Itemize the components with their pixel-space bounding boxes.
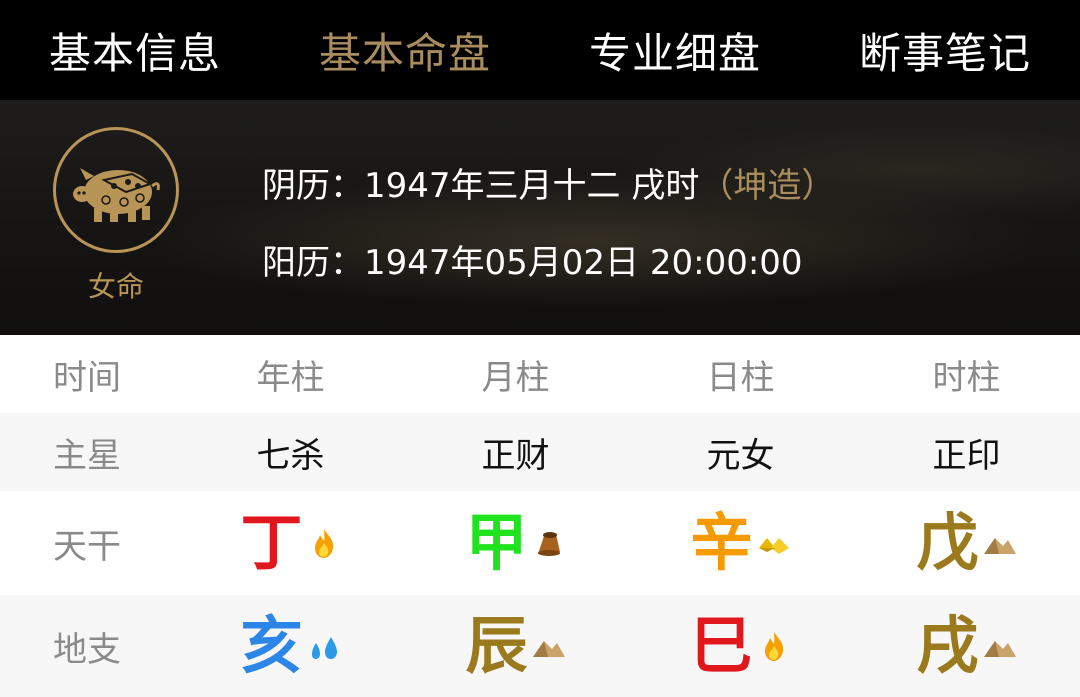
main-star-month: 正财 bbox=[481, 435, 550, 476]
branch-month-char: 辰 bbox=[465, 609, 528, 682]
branch-year-char: 亥 bbox=[240, 609, 303, 682]
solar-date: 1947年05月02日 20:00:00 bbox=[364, 243, 803, 283]
branch-hour[interactable]: 戌 bbox=[853, 615, 1080, 677]
main-star-day: 元女 bbox=[706, 435, 775, 476]
lunar-prefix: 阴历： bbox=[262, 166, 364, 206]
earth-icon bbox=[532, 641, 565, 657]
tab-basic-info[interactable]: 基本信息 bbox=[0, 20, 270, 81]
pillar-header-row: 时间 年柱 月柱 日柱 时柱 bbox=[0, 335, 1080, 413]
earthly-branch-label: 地支 bbox=[53, 629, 121, 670]
header-hour-pillar: 时柱 bbox=[932, 357, 1001, 398]
solar-prefix: 阳历： bbox=[262, 243, 364, 283]
branch-year[interactable]: 亥 bbox=[178, 615, 403, 677]
main-star-row: 主星 七杀 正财 元女 正印 bbox=[0, 413, 1080, 491]
tab-notes[interactable]: 断事笔记 bbox=[810, 20, 1080, 81]
stem-month-char: 甲 bbox=[465, 506, 528, 579]
heavenly-stem-label: 天干 bbox=[53, 526, 121, 567]
earth-icon bbox=[983, 538, 1016, 554]
stem-hour[interactable]: 戊 bbox=[853, 512, 1080, 574]
metal-icon bbox=[758, 538, 789, 554]
gender-label: 女命 bbox=[87, 270, 144, 303]
main-star-hour: 正印 bbox=[932, 435, 1001, 476]
tab-basic-chart[interactable]: 基本命盘 bbox=[270, 20, 540, 81]
lunar-gender-tag: （坤造） bbox=[699, 166, 836, 206]
header-day-pillar: 日柱 bbox=[706, 357, 775, 398]
lunar-date: 1947年三月十二 戌时 bbox=[364, 166, 700, 206]
top-tab-bar: 基本信息 基本命盘 专业细盘 断事笔记 bbox=[0, 0, 1080, 100]
stem-month[interactable]: 甲 bbox=[403, 512, 628, 574]
water-icon bbox=[311, 637, 337, 659]
wood-icon bbox=[537, 532, 560, 556]
header-month-pillar: 月柱 bbox=[481, 357, 550, 398]
branch-hour-char: 戌 bbox=[916, 609, 979, 682]
branch-day-char: 巳 bbox=[690, 609, 753, 682]
stem-day[interactable]: 辛 bbox=[628, 512, 853, 574]
main-star-label: 主星 bbox=[53, 435, 121, 476]
heavenly-stem-row: 天干 丁 甲 辛 戊 bbox=[0, 491, 1080, 595]
lunar-date-line: 阴历：1947年三月十二 戌时（坤造） bbox=[262, 158, 835, 207]
header-time: 时间 bbox=[53, 357, 121, 398]
stem-year[interactable]: 丁 bbox=[178, 512, 403, 574]
stem-day-char: 辛 bbox=[690, 506, 753, 579]
header-year-pillar: 年柱 bbox=[256, 357, 325, 398]
earthly-branch-row: 地支 亥 辰 巳 戌 bbox=[0, 595, 1080, 697]
solar-date-line: 阳历：1947年05月02日 20:00:00 bbox=[262, 235, 803, 284]
fire-icon bbox=[764, 632, 783, 661]
branch-month[interactable]: 辰 bbox=[403, 615, 628, 677]
fire-icon bbox=[314, 529, 333, 558]
pillar-chart: 时间 年柱 月柱 日柱 时柱 主星 七杀 正财 元女 正印 天干 丁 甲 辛 戊… bbox=[0, 335, 1080, 697]
earth-icon bbox=[983, 641, 1016, 657]
branch-day[interactable]: 巳 bbox=[628, 615, 853, 677]
main-star-year: 七杀 bbox=[256, 435, 325, 476]
tab-detailed-chart[interactable]: 专业细盘 bbox=[540, 20, 810, 81]
profile-header: 女命 阴历：1947年三月十二 戌时（坤造） 阳历：1947年05月02日 20… bbox=[0, 100, 1080, 335]
stem-year-char: 丁 bbox=[240, 506, 303, 579]
stem-hour-char: 戊 bbox=[916, 506, 979, 579]
pig-zodiac-icon bbox=[53, 127, 179, 253]
